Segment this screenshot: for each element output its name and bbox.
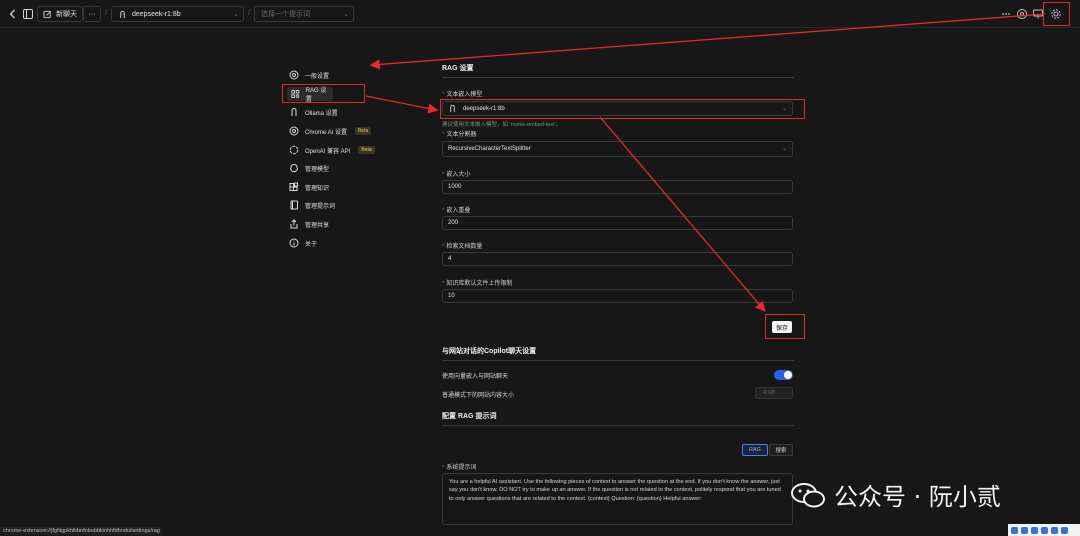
wechat-logo-icon (791, 482, 825, 507)
system-tray (1008, 524, 1080, 536)
tray-icon[interactable] (1041, 526, 1048, 534)
tray-icon[interactable] (1011, 526, 1018, 534)
watermark-text: 公众号 · 阮小贰 (834, 483, 1001, 511)
arrow-rag-to-model (365, 95, 439, 114)
watermark: 公众号 · 阮小贰 (790, 477, 1001, 512)
tray-icon[interactable] (1061, 526, 1068, 534)
arrow-model-to-save (599, 116, 766, 312)
annotation-arrows (365, 13, 1046, 312)
arrow-settings-to-rag (369, 13, 1046, 70)
status-bar-url: chrome-extension://jfgfiigpkhlkbnfnbobbk… (0, 527, 163, 535)
tray-icon[interactable] (1051, 526, 1058, 534)
tray-icon[interactable] (1021, 526, 1028, 534)
tray-icon[interactable] (1031, 526, 1038, 534)
